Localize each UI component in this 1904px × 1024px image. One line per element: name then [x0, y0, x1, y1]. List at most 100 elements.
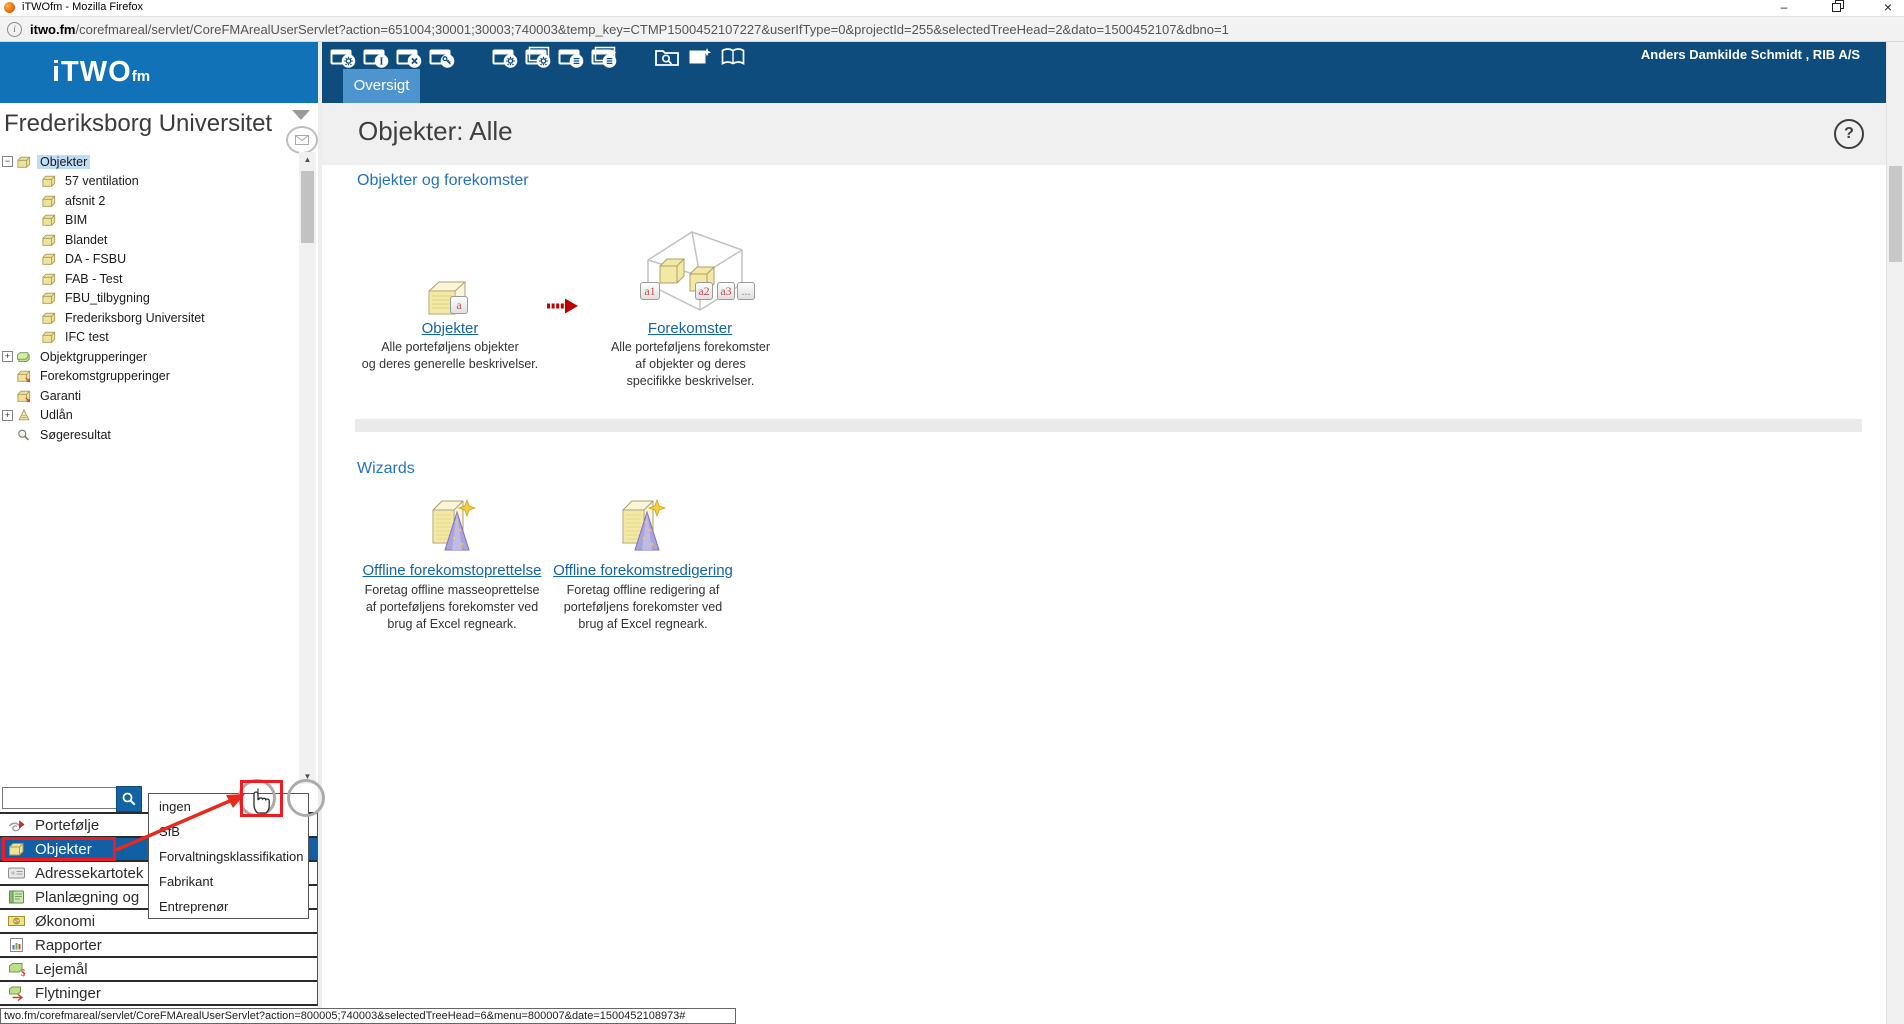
- hand-cursor-icon: [249, 784, 275, 814]
- lease-card-icon: $: [7, 961, 26, 978]
- folder-icon: [16, 155, 33, 169]
- minus-expander-icon[interactable]: −: [2, 156, 13, 168]
- tree-item-label: 57 ventilation: [65, 174, 139, 189]
- offline-forekomstredigering-link[interactable]: Offline forekomstredigering: [549, 562, 737, 579]
- tree-item-label: Forekomstgrupperinger: [40, 369, 170, 384]
- address-card-icon: [7, 865, 26, 881]
- section-title-objekter-og-forekomster: Objekter og forekomster: [357, 172, 529, 189]
- browser-window: iTWOfm - Mozilla Firefox – × i itwo.fm/c…: [0, 0, 1904, 1024]
- forekomster-link[interactable]: Forekomster: [600, 320, 780, 337]
- tree-item-fab-test[interactable]: FAB - Test: [0, 269, 298, 289]
- minimize-button[interactable]: –: [1776, 0, 1792, 15]
- objekter-link[interactable]: Objekter: [362, 320, 538, 337]
- logged-in-user: Anders Damkilde Schmidt , RIB A/S: [1640, 47, 1860, 62]
- tree-item-label: afsnit 2: [65, 193, 106, 208]
- tree-item-fbu-tilbygning[interactable]: FBU_tilbygning: [0, 289, 298, 309]
- annotation-circle: [287, 779, 325, 817]
- logo-main-text: iTWO: [52, 56, 132, 88]
- tree-item-frederiksborg-universitet[interactable]: Frederiksborg Universitet: [0, 308, 298, 328]
- tree-item-ifc-test[interactable]: IFC test: [0, 328, 298, 348]
- tree-item-garanti[interactable]: Garanti: [0, 386, 298, 406]
- tree-item-57-ventilation[interactable]: 57 ventilation: [0, 172, 298, 192]
- window-gear-icon[interactable]: [492, 46, 518, 68]
- handbook-icon[interactable]: [720, 46, 746, 68]
- status-bar-link: two.fm/corefmareal/servlet/CoreFMArealUs…: [0, 1008, 736, 1024]
- window-key-icon[interactable]: [429, 46, 455, 68]
- menu-item-flytninger[interactable]: Flytninger: [0, 980, 317, 1004]
- window-info-icon[interactable]: I: [363, 46, 389, 68]
- wizard-icon: [617, 498, 667, 556]
- folder-icon: [41, 174, 58, 188]
- menu-item-label: Flytninger: [35, 984, 101, 1002]
- tree-item-label: FAB - Test: [65, 271, 123, 286]
- window-list-new-icon[interactable]: [591, 46, 617, 68]
- sidebar-main-divider: [318, 42, 322, 1024]
- app-logo-block: iTWOfm: [0, 42, 318, 103]
- menu-item-label: Portefølje: [35, 816, 100, 834]
- tree-item-blandet[interactable]: Blandet: [0, 230, 298, 250]
- reports-chart-icon: [7, 937, 26, 953]
- svg-text:$: $: [15, 918, 19, 925]
- window-close-icon[interactable]: [396, 46, 422, 68]
- search-input[interactable]: [2, 787, 120, 809]
- window-title: iTWOfm - Mozilla Firefox: [22, 1, 143, 13]
- tree-item-label: Søgeresultat: [40, 427, 111, 442]
- navigation-tree: − Objekter 57 ventilation afsnit 2 BIM Blande…: [0, 152, 298, 445]
- firefox-icon: [4, 2, 15, 13]
- layers-icon: [16, 350, 33, 364]
- svg-text:$: $: [21, 968, 26, 977]
- search-result-icon: [16, 428, 33, 442]
- red-arrow-icon: [545, 296, 579, 316]
- page-scrollbar[interactable]: [1886, 42, 1904, 1024]
- tree-item-objekter[interactable]: − Objekter: [0, 152, 298, 172]
- envelope-icon[interactable]: [286, 126, 318, 154]
- page-title: Objekter: Alle: [358, 116, 513, 146]
- tree-item-label: Objekter: [37, 154, 91, 169]
- browser-titlebar: iTWOfm - Mozilla Firefox – ×: [0, 0, 1904, 16]
- tree-item-bim[interactable]: BIM: [0, 211, 298, 231]
- restore-button[interactable]: [1830, 0, 1846, 15]
- offline-forekomstoprettelse-link[interactable]: Offline forekomstoprettelse: [358, 562, 546, 579]
- folder-search-icon[interactable]: [654, 46, 680, 68]
- window-list-icon[interactable]: [558, 46, 584, 68]
- tree-item-label: Blandet: [65, 232, 108, 247]
- loan-icon: [16, 408, 33, 422]
- menu-item-rapporter[interactable]: Rapporter: [0, 932, 317, 956]
- tree-item-da-fsbu[interactable]: DA - FSBU: [0, 250, 298, 270]
- tree-item-udlån[interactable]: + Udlån: [0, 406, 298, 426]
- site-info-icon[interactable]: i: [7, 22, 22, 37]
- address-bar[interactable]: i itwo.fm/corefmareal/servlet/CoreFMArea…: [0, 16, 1904, 42]
- folder-icon: [41, 272, 58, 286]
- tree-item-afsnit-2[interactable]: afsnit 2: [0, 191, 298, 211]
- tree-item-label: Objektgrupperinger: [40, 349, 148, 364]
- object-a-badge: a: [450, 296, 468, 314]
- menu-item-label: Økonomi: [35, 912, 96, 930]
- main-toolbar: I: [330, 46, 746, 68]
- page-scrollbar-thumb[interactable]: [1889, 166, 1902, 262]
- dropdown-option-entreprenør[interactable]: Entreprenør: [149, 894, 308, 919]
- collapse-panel-icon[interactable]: [292, 110, 310, 120]
- tree-scrollbar-thumb[interactable]: [301, 171, 314, 243]
- windows-stack-gear-icon[interactable]: [525, 46, 551, 68]
- plus-expander-icon[interactable]: +: [2, 351, 13, 363]
- tree-item-søgeresultat[interactable]: Søgeresultat: [0, 425, 298, 445]
- dropdown-option-fabrikant[interactable]: Fabrikant: [149, 869, 308, 894]
- portfolio-seal-icon: [7, 817, 26, 833]
- window-star-icon[interactable]: [687, 46, 713, 68]
- tree-scrollbar[interactable]: ▲ ▼: [299, 152, 316, 784]
- menu-item-lejemål[interactable]: $ Lejemål: [0, 956, 317, 980]
- menu-item-label: Adressekartotek: [35, 864, 144, 882]
- app-header-band: I Anders Damkilde Schmidt , RIB A/S Over…: [322, 42, 1886, 103]
- scroll-up-icon[interactable]: ▲: [299, 152, 316, 167]
- plus-expander-icon[interactable]: +: [2, 409, 13, 421]
- occurrence-badge-a2: a2: [695, 282, 713, 300]
- tree-item-label: FBU_tilbygning: [65, 291, 150, 306]
- close-button[interactable]: ×: [1880, 0, 1896, 15]
- tree-item-forekomstgrupperinger[interactable]: Forekomstgrupperinger: [0, 367, 298, 387]
- occurrence-badge-a3: a3: [717, 282, 735, 300]
- tab-oversigt[interactable]: Oversigt: [343, 69, 420, 103]
- tree-item-objektgrupperinger[interactable]: + Objektgrupperinger: [0, 347, 298, 367]
- objekter-description: Alle porteføljens objekter og deres gener…: [361, 340, 539, 371]
- help-icon[interactable]: ?: [1834, 119, 1864, 149]
- window-settings-icon[interactable]: [330, 46, 356, 68]
